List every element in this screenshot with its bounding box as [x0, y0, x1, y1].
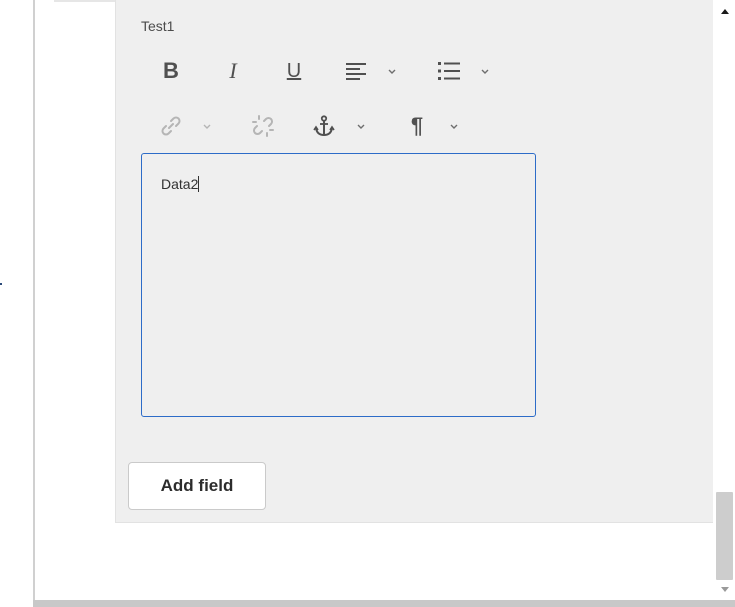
align-left-icon — [346, 63, 366, 80]
anchor-button[interactable] — [311, 113, 337, 139]
dialog-bottom-edge — [33, 600, 735, 607]
paragraph-button[interactable]: ¶ — [404, 113, 430, 139]
link-button[interactable] — [158, 113, 184, 139]
editor-text-value: Data2 — [161, 176, 199, 192]
field-label: Test1 — [141, 18, 175, 34]
list-chevron-down-icon[interactable] — [480, 67, 490, 77]
editor-content: Data2 — [161, 176, 200, 192]
bold-button[interactable]: B — [158, 58, 184, 84]
list-button[interactable] — [436, 58, 462, 84]
top-tab-edge — [54, 0, 116, 2]
bold-icon: B — [163, 58, 179, 83]
scroll-up-arrow-icon[interactable] — [719, 6, 731, 16]
anchor-icon — [313, 115, 335, 137]
underline-icon: U — [286, 59, 302, 82]
rich-text-editor[interactable]: Data2 — [141, 153, 536, 417]
italic-icon: I — [229, 58, 237, 83]
anchor-chevron-down-icon[interactable] — [356, 122, 366, 132]
paragraph-chevron-down-icon[interactable] — [449, 122, 459, 132]
italic-button[interactable]: I — [220, 58, 246, 84]
scrollbar-thumb[interactable] — [716, 492, 733, 580]
bullet-list-icon — [438, 62, 460, 80]
add-field-button[interactable]: Add field — [128, 462, 266, 510]
scroll-down-arrow-icon[interactable] — [719, 584, 731, 594]
link-icon — [161, 116, 181, 136]
underline-button[interactable]: U — [281, 58, 307, 84]
paragraph-icon: ¶ — [410, 113, 424, 138]
unlink-button[interactable] — [250, 113, 276, 139]
align-chevron-down-icon[interactable] — [387, 67, 397, 77]
link-chevron-down-icon[interactable] — [202, 122, 212, 132]
unlink-icon — [252, 115, 274, 137]
background-dot — [0, 283, 2, 285]
text-caret — [198, 176, 200, 192]
align-button[interactable] — [343, 58, 369, 84]
background-page-strip — [0, 0, 33, 607]
